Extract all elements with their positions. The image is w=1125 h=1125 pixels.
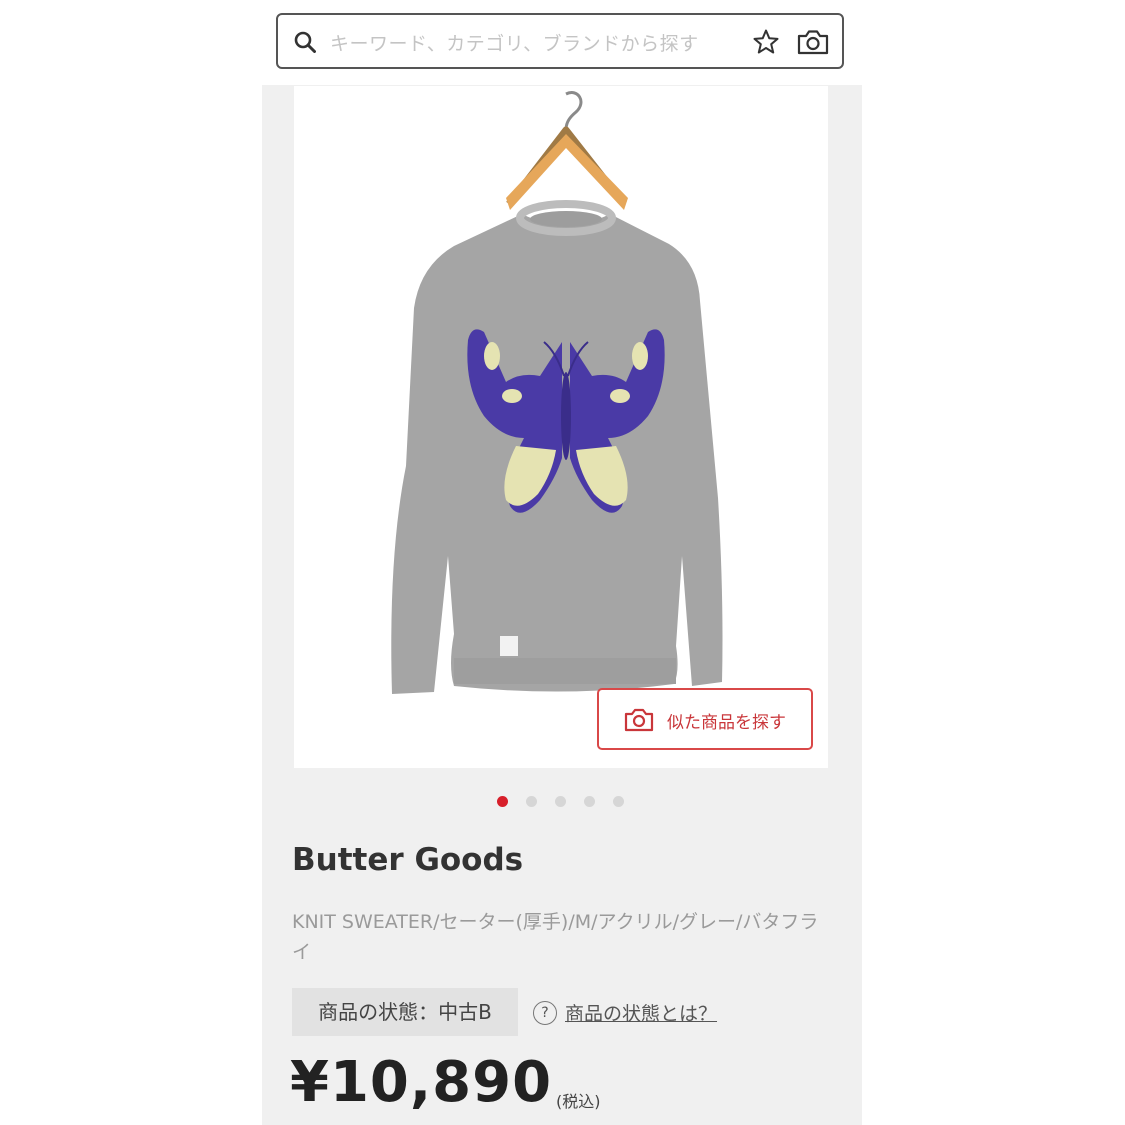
search-bar[interactable]: キーワード、カテゴリ、ブランドから探す	[276, 13, 844, 69]
sweater-image	[391, 91, 723, 694]
condition-help-text[interactable]: 商品の状態とは？	[565, 1003, 717, 1025]
find-similar-button[interactable]: 似た商品を探す	[597, 688, 813, 750]
carousel-dot[interactable]	[584, 796, 595, 807]
product-photo[interactable]	[294, 86, 828, 768]
camera-icon[interactable]	[796, 28, 830, 56]
carousel-indicator	[0, 796, 1125, 808]
search-input[interactable]: キーワード、カテゴリ、ブランドから探す	[330, 29, 699, 56]
condition-help-link[interactable]: ? 商品の状態とは？	[533, 999, 717, 1027]
brand-name[interactable]: Butter Goods	[292, 842, 523, 878]
price: ¥10,890	[290, 1050, 553, 1115]
star-icon[interactable]	[752, 28, 780, 56]
carousel-dot[interactable]	[497, 796, 508, 807]
carousel-dot[interactable]	[526, 796, 537, 807]
carousel-dot[interactable]	[555, 796, 566, 807]
tax-note: (税込)	[556, 1092, 601, 1111]
camera-icon	[624, 708, 654, 732]
question-icon: ?	[533, 1000, 557, 1025]
product-description: KNIT SWEATER/セーター(厚手)/M/アクリル/グレー/バタフライ	[292, 911, 819, 963]
carousel-dot[interactable]	[613, 796, 624, 807]
search-icon	[294, 31, 316, 53]
find-similar-label: 似た商品を探す	[667, 713, 786, 733]
condition-badge: 商品の状態：中古B	[292, 988, 518, 1036]
